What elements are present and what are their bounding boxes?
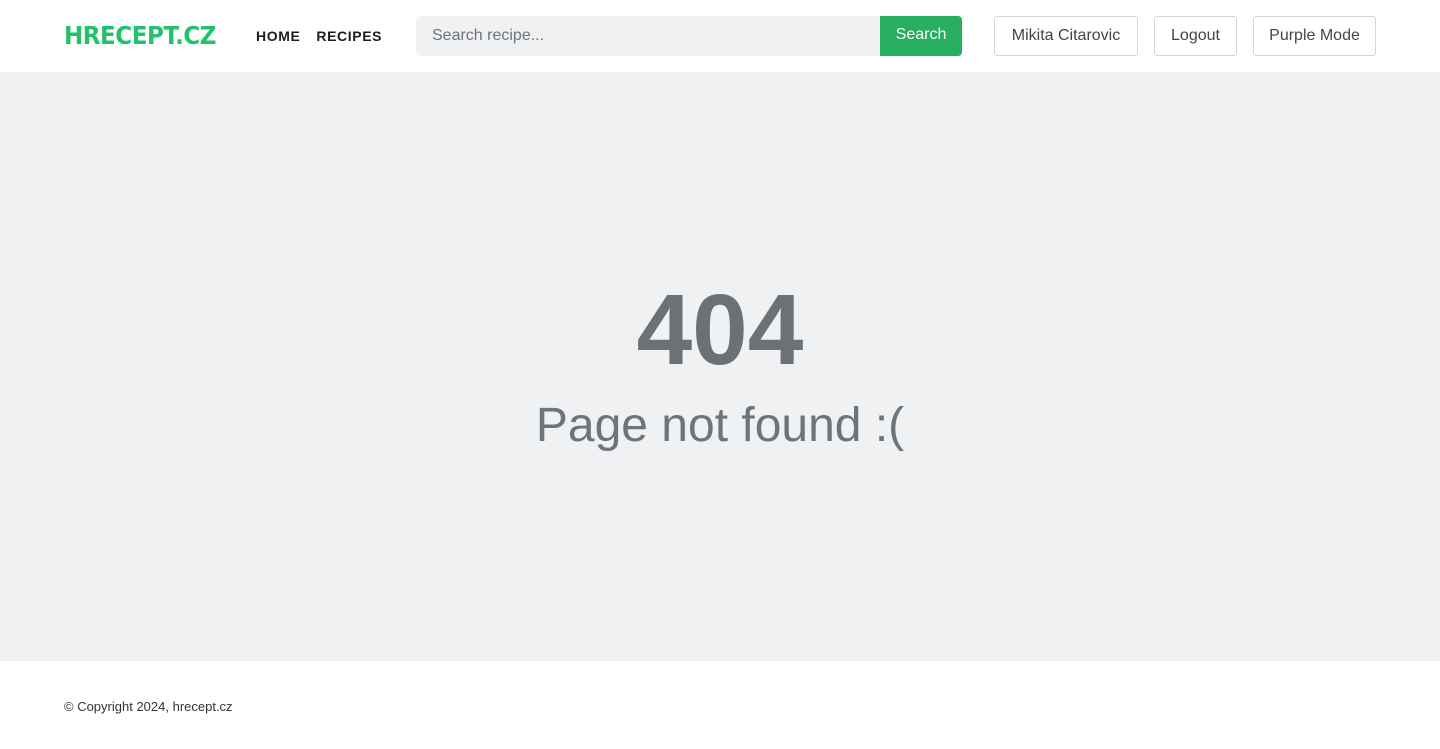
search-form: Search (416, 16, 962, 56)
nav-recipes-link[interactable]: RECIPES (316, 26, 382, 46)
search-input[interactable] (416, 16, 880, 56)
logout-button[interactable]: Logout (1154, 16, 1237, 56)
user-profile-button[interactable]: Mikita Citarovic (994, 16, 1138, 56)
top-navbar: HRECEPT.CZ HOME RECIPES Search Mikita Ci… (0, 0, 1440, 72)
error-content: 404 Page not found :( (0, 72, 1440, 661)
copyright-text: © Copyright 2024, hrecept.cz (64, 699, 233, 714)
error-code: 404 (636, 274, 804, 386)
search-button[interactable]: Search (880, 16, 962, 56)
site-logo[interactable]: HRECEPT.CZ (64, 20, 216, 52)
error-message: Page not found :( (535, 399, 905, 452)
main-nav: HOME RECIPES (256, 26, 382, 46)
purple-mode-button[interactable]: Purple Mode (1253, 16, 1376, 56)
nav-home-link[interactable]: HOME (256, 26, 300, 46)
footer: © Copyright 2024, hrecept.cz (0, 661, 1440, 749)
